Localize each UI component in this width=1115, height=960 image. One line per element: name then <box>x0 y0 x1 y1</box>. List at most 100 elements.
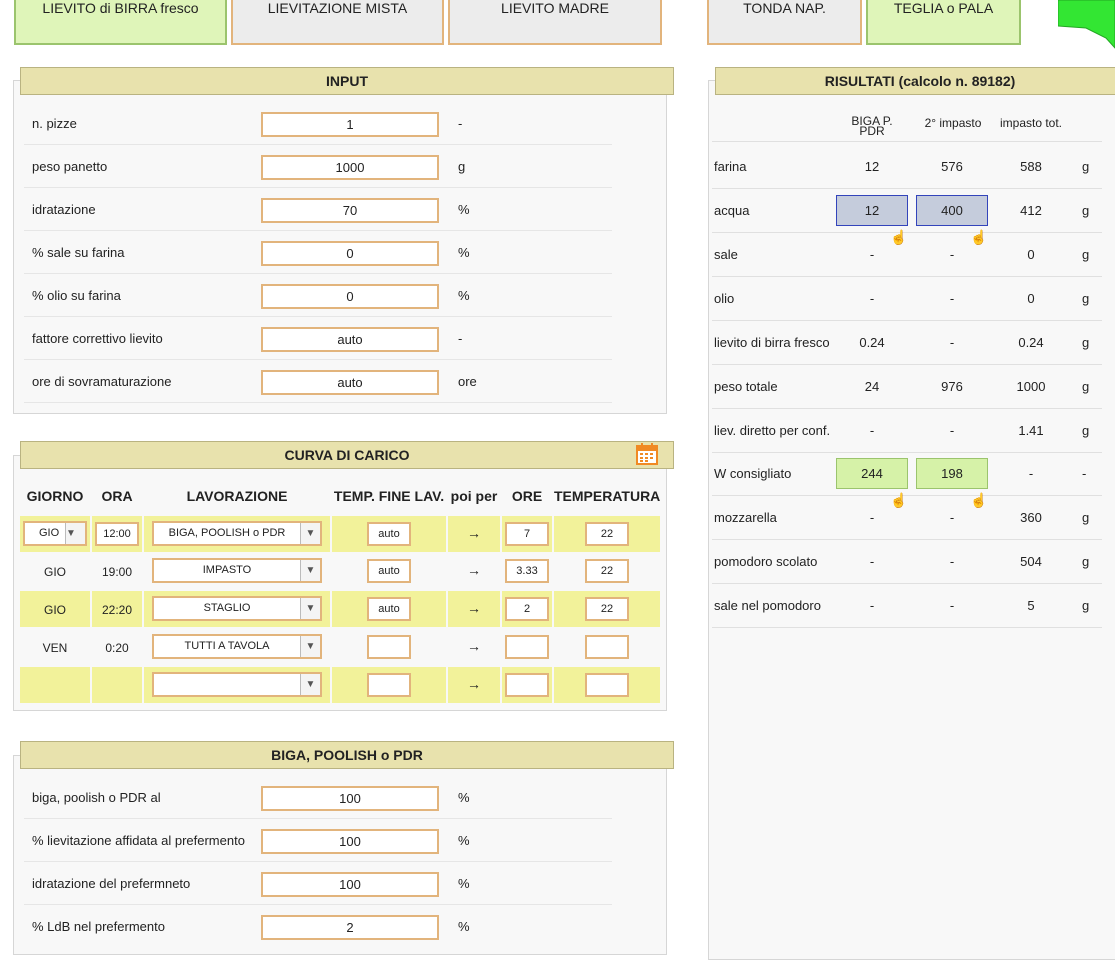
results-unit: g <box>1082 203 1090 218</box>
results-acqua-impasto-cell[interactable]: 400 <box>916 195 988 226</box>
curve-temp-fine-input[interactable] <box>367 673 411 697</box>
results-w-impasto-cell[interactable]: 198 <box>916 458 988 489</box>
results-acqua-biga-cell[interactable]: 12 <box>836 195 908 226</box>
results-value: 1000 <box>1016 379 1046 394</box>
results-unit: g <box>1082 159 1090 174</box>
results-value: - <box>869 247 875 262</box>
curve-lavorazione-select[interactable]: STAGLIO ▼ <box>152 596 322 621</box>
curve-temperatura-input[interactable]: 22 <box>585 522 629 546</box>
results-row: liev. diretto per conf. - - 1.41 g <box>712 409 1102 453</box>
input-unit: - <box>458 116 463 131</box>
curve-giorno-text: VEN <box>42 641 68 655</box>
curve-ore-input[interactable]: 7 <box>505 522 549 546</box>
results-panel-title: RISULTATI (calcolo n. 89182) <box>715 67 1115 95</box>
results-value: 412 <box>1020 203 1042 218</box>
results-value: - <box>949 335 955 350</box>
results-value: - <box>949 291 955 306</box>
curve-temperatura-input[interactable] <box>585 635 629 659</box>
results-row: pomodoro scolato - - 504 g <box>712 540 1102 584</box>
results-w-biga-cell[interactable]: 244 <box>836 458 908 489</box>
curve-lavorazione-select[interactable]: TUTTI A TAVOLA ▼ <box>152 634 322 659</box>
curve-row: ▼ → <box>20 667 660 703</box>
curve-row: GIO ▼ 12:00 BIGA, POOLISH o PDR ▼ auto →… <box>20 516 660 552</box>
curve-lavorazione-select[interactable]: ▼ <box>152 672 322 697</box>
curve-ore-input[interactable]: 2 <box>505 597 549 621</box>
curve-header-ora: ORA <box>101 488 133 504</box>
biga-row: idratazione del prefermneto 100 % <box>24 862 612 905</box>
tab-lievito-madre[interactable]: LIEVITO MADRE <box>448 0 662 45</box>
curve-lavorazione-select[interactable]: IMPASTO ▼ <box>152 558 322 583</box>
input-label: ore di sovramaturazione <box>32 374 172 389</box>
calendar-icon[interactable] <box>636 443 658 465</box>
biga-label: % lievitazione affidata al prefermento <box>32 833 245 848</box>
curve-temp-fine-input[interactable]: auto <box>367 559 411 583</box>
curve-temp-fine-input[interactable]: auto <box>367 597 411 621</box>
curve-ore-input[interactable]: 3.33 <box>505 559 549 583</box>
input-field-olio[interactable]: 0 <box>261 284 439 309</box>
biga-field-percentuale[interactable]: 100 <box>261 786 439 811</box>
curve-ore-input[interactable] <box>505 673 549 697</box>
input-panel-title: INPUT <box>20 67 674 95</box>
arrow-right-icon: → <box>467 638 481 654</box>
curve-lavorazione-select[interactable]: BIGA, POOLISH o PDR ▼ <box>152 521 322 546</box>
results-value: - <box>1028 466 1034 481</box>
curve-temperatura-input[interactable]: 22 <box>585 559 629 583</box>
input-field-idratazione[interactable]: 70 <box>261 198 439 223</box>
biga-field-ldb[interactable]: 2 <box>261 915 439 940</box>
input-unit: % <box>458 288 470 303</box>
biga-unit: % <box>458 833 470 848</box>
results-value: - <box>949 598 955 613</box>
tab-teglia-pala[interactable]: TEGLIA o PALA <box>866 0 1021 45</box>
curve-temp-fine-input[interactable] <box>367 635 411 659</box>
input-label: idratazione <box>32 202 96 217</box>
results-value: 0 <box>1027 291 1035 306</box>
results-row: W consigliato 244 198 - - <box>712 452 1102 496</box>
results-label: sale nel pomodoro <box>714 598 821 613</box>
input-field-fattore-lievito[interactable]: auto <box>261 327 439 352</box>
biga-label: biga, poolish o PDR al <box>32 790 161 805</box>
input-field-peso-panetto[interactable]: 1000 <box>261 155 439 180</box>
results-unit: - <box>1082 466 1087 481</box>
biga-field-lievitazione[interactable]: 100 <box>261 829 439 854</box>
results-value: 0.24 <box>1018 335 1044 350</box>
results-value: - <box>949 423 955 438</box>
input-field-n-pizze[interactable]: 1 <box>261 112 439 137</box>
curve-temp-fine-input[interactable]: auto <box>367 522 411 546</box>
tab-lievito-birra[interactable]: LIEVITO di BIRRA fresco <box>14 0 227 45</box>
results-row: sale - - 0 g <box>712 233 1102 277</box>
results-value: 1.41 <box>1018 423 1044 438</box>
curve-panel-title: CURVA DI CARICO <box>20 441 674 469</box>
arrow-right-icon: → <box>467 600 481 616</box>
results-value: 576 <box>941 159 963 174</box>
results-label: pomodoro scolato <box>714 554 818 569</box>
results-label: mozzarella <box>714 510 777 525</box>
results-label: sale <box>714 247 738 262</box>
input-field-sale[interactable]: 0 <box>261 241 439 266</box>
tab-tonda-nap[interactable]: TONDA NAP. <box>707 0 862 45</box>
input-row: % sale su farina 0 % <box>24 231 612 274</box>
input-row: % olio su farina 0 % <box>24 274 612 317</box>
results-value: 360 <box>1020 510 1042 525</box>
input-field-ore-sovramaturazione[interactable]: auto <box>261 370 439 395</box>
biga-panel-title: BIGA, POOLISH o PDR <box>20 741 674 769</box>
curve-temperatura-input[interactable] <box>585 673 629 697</box>
curve-ora-input[interactable]: 12:00 <box>95 522 139 546</box>
results-value: - <box>869 598 875 613</box>
results-col-biga: BIGA P. PDR <box>851 114 893 138</box>
tab-lievitazione-mista[interactable]: LIEVITAZIONE MISTA <box>231 0 444 45</box>
results-col-impasto2: 2° impasto <box>924 116 982 130</box>
results-value: - <box>949 510 955 525</box>
curve-temperatura-input[interactable]: 22 <box>585 597 629 621</box>
input-unit: ore <box>458 374 477 389</box>
green-flag-icon[interactable] <box>1058 0 1115 50</box>
results-unit: g <box>1082 379 1090 394</box>
biga-unit: % <box>458 790 470 805</box>
curve-ore-input[interactable] <box>505 635 549 659</box>
input-label: peso panetto <box>32 159 108 174</box>
input-unit: - <box>458 331 463 346</box>
biga-field-idratazione[interactable]: 100 <box>261 872 439 897</box>
input-label: % sale su farina <box>32 245 125 260</box>
curve-giorno-select[interactable]: GIO ▼ <box>23 521 87 546</box>
results-label: olio <box>714 291 735 306</box>
results-value: 24 <box>864 379 880 394</box>
